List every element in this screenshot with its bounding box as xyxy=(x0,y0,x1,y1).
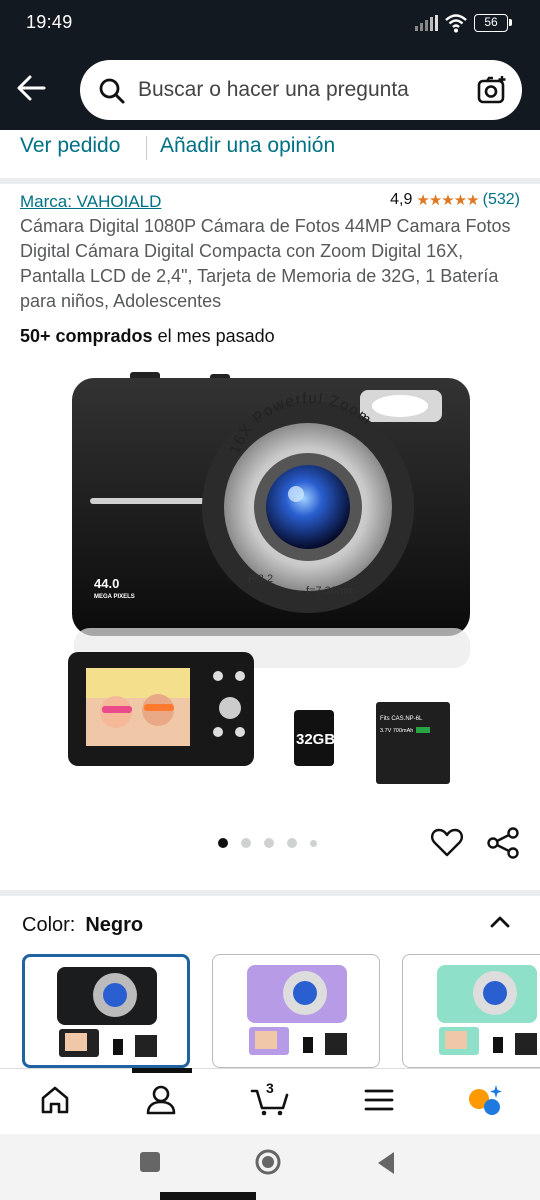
battery-spec-text: 3.7V 700mAh xyxy=(380,728,413,734)
pager-dot[interactable] xyxy=(218,838,228,848)
color-swatch-black[interactable] xyxy=(22,954,190,1068)
swatch-image xyxy=(247,965,347,1055)
link-separator xyxy=(146,136,147,160)
battery-level: 56 xyxy=(484,15,498,29)
product-title: Cámara Digital 1080P Cámara de Fotos 44M… xyxy=(20,216,511,311)
wifi-icon xyxy=(445,14,467,33)
battery-model-text: Fits CAS.NP-6L xyxy=(380,716,423,722)
order-actions: Ver pedido Añadir una opinión xyxy=(0,130,540,178)
view-order-link[interactable]: Ver pedido xyxy=(20,134,120,158)
active-tab-indicator xyxy=(132,1068,192,1073)
brand-link[interactable]: Marca: VAHOIALD xyxy=(20,192,161,212)
focal-length-text: f=7.36mm xyxy=(306,585,355,597)
search-header: Buscar o hacer una pregunta xyxy=(0,48,540,130)
account-icon[interactable] xyxy=(144,1083,178,1117)
camera-lens-icon[interactable] xyxy=(476,74,508,106)
pager-dot[interactable] xyxy=(287,838,297,848)
system-home-icon[interactable] xyxy=(254,1148,282,1176)
add-review-link[interactable]: Añadir una opinión xyxy=(160,134,335,158)
share-icon[interactable] xyxy=(486,826,520,860)
image-pager[interactable] xyxy=(218,838,317,848)
search-bar[interactable]: Buscar o hacer una pregunta xyxy=(80,60,522,120)
review-count[interactable]: (532) xyxy=(483,191,520,209)
home-icon[interactable] xyxy=(38,1083,72,1117)
status-bar: 19:49 56 xyxy=(0,0,540,48)
swatch-image xyxy=(437,965,537,1055)
purchase-count: 50+ comprados el mes pasado xyxy=(20,326,275,347)
chevron-up-icon[interactable] xyxy=(486,910,514,934)
recents-icon[interactable] xyxy=(138,1150,162,1174)
pager-dot[interactable] xyxy=(264,838,274,848)
color-label: Color: xyxy=(22,914,76,936)
status-time: 19:49 xyxy=(26,12,73,32)
aperture-text: F/3.2 xyxy=(248,573,273,585)
search-placeholder[interactable]: Buscar o hacer una pregunta xyxy=(138,78,409,102)
gesture-bar xyxy=(160,1192,256,1200)
purchase-count-rest: el mes pasado xyxy=(152,326,275,346)
megapixel-label: MEGA PIXELS xyxy=(94,594,135,600)
color-selector-label: Color: Negro xyxy=(22,914,143,937)
battery-icon: 56 xyxy=(474,14,512,32)
section-divider xyxy=(0,890,540,896)
rating-value: 4,9 xyxy=(390,191,413,208)
section-divider xyxy=(0,178,540,184)
swatch-image xyxy=(57,967,157,1057)
megapixel-value: 44.0 xyxy=(94,576,119,591)
purchase-count-bold: 50+ comprados xyxy=(20,326,153,346)
color-swatch-mint[interactable] xyxy=(402,954,540,1068)
color-value: Negro xyxy=(85,914,144,936)
star-rating-icon: ★★★★★ xyxy=(416,192,479,209)
cart-count: 3 xyxy=(266,1080,274,1096)
back-arrow-icon[interactable] xyxy=(14,72,50,104)
rufus-assistant-icon[interactable] xyxy=(466,1083,504,1117)
color-swatch-purple[interactable] xyxy=(212,954,380,1068)
rating-summary[interactable]: 4,9 ★★★★★ (532) xyxy=(390,191,520,209)
pager-dot[interactable] xyxy=(241,838,251,848)
memory-card-label: 32GB xyxy=(296,731,335,748)
pager-dot[interactable] xyxy=(310,839,317,847)
signal-icon xyxy=(415,15,438,31)
search-icon xyxy=(99,78,125,104)
product-image[interactable]: 44.0 MEGA PIXELS 16X Powerful Zoom F/3.2… xyxy=(60,360,480,790)
menu-icon[interactable] xyxy=(362,1083,396,1117)
system-back-icon[interactable] xyxy=(374,1150,398,1176)
heart-icon[interactable] xyxy=(430,826,464,860)
